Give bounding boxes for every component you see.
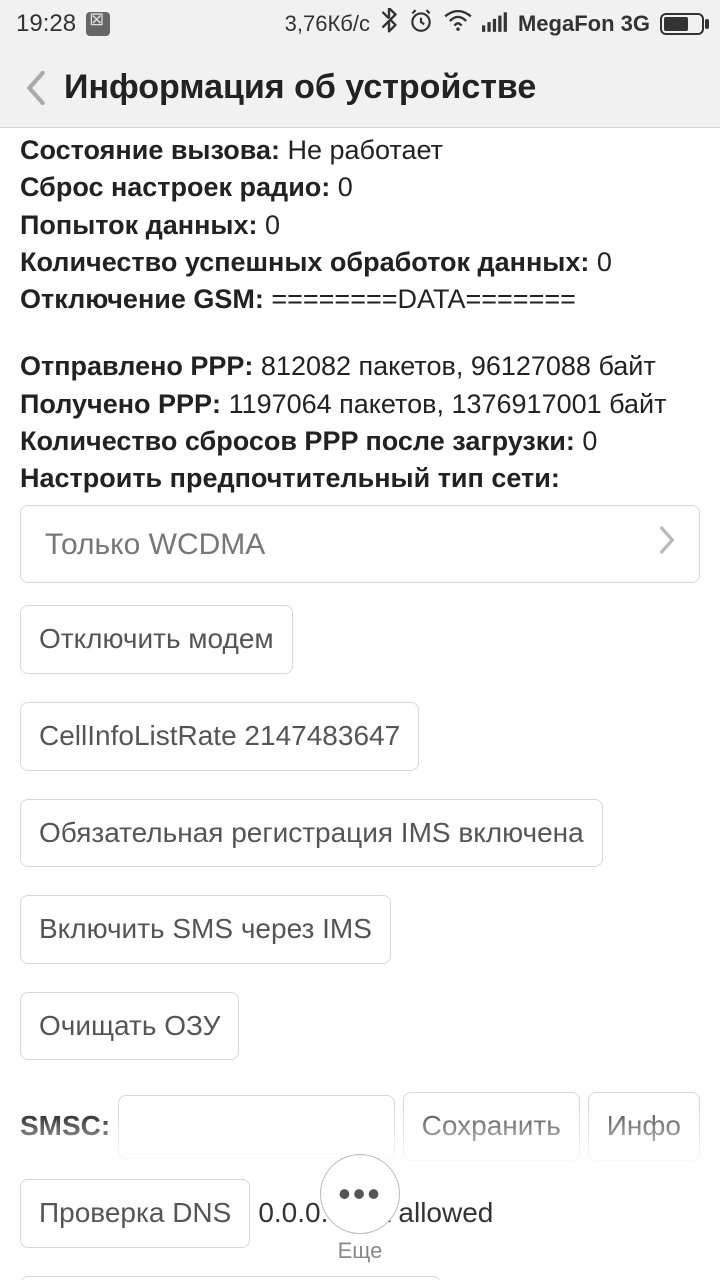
app-indicator-icon xyxy=(86,12,110,36)
data-attempts-row: Попыток данных: 0 xyxy=(20,207,700,244)
smsc-row: SMSC: Сохранить Инфо xyxy=(20,1092,700,1161)
status-left: 19:28 xyxy=(16,10,110,38)
data-success-row: Количество успешных обработок данных: 0 xyxy=(20,244,700,281)
more-label: Еще xyxy=(338,1238,383,1264)
ppp-sent-row: Отправлено PPP: 812082 пакетов, 96127088… xyxy=(20,348,700,385)
gsm-disconnect-row: Отключение GSM: ========DATA======= xyxy=(20,281,700,318)
status-time: 19:28 xyxy=(16,10,76,38)
ppp-recv-row: Получено PPP: 1197064 пакетов, 137691700… xyxy=(20,386,700,423)
gsm-disconnect-label: Отключение GSM: xyxy=(20,284,264,314)
more-button[interactable]: ••• xyxy=(320,1154,400,1234)
more-dots-icon: ••• xyxy=(338,1176,382,1212)
info-button[interactable]: Инфо xyxy=(588,1092,700,1161)
data-success-value: 0 xyxy=(589,247,612,277)
radio-reset-row: Сброс настроек радио: 0 xyxy=(20,169,700,206)
header: Информация об устройстве xyxy=(0,48,720,128)
content: Состояние вызова: Не работает Сброс наст… xyxy=(0,128,720,1280)
ppp-recv-value: 1197064 пакетов, 1376917001 байт xyxy=(221,389,666,419)
radio-reset-label: Сброс настроек радио: xyxy=(20,172,330,202)
ims-reg-button[interactable]: Обязательная регистрация IMS включена xyxy=(20,799,603,868)
signal-icon xyxy=(482,10,508,38)
alarm-icon xyxy=(408,8,434,40)
status-bar: 19:28 3,76Кб/с MegaFon 3G xyxy=(0,0,720,48)
data-attempts-value: 0 xyxy=(257,210,280,240)
save-button[interactable]: Сохранить xyxy=(403,1092,580,1161)
ppp-recv-label: Получено PPP: xyxy=(20,389,221,419)
chevron-left-icon xyxy=(26,71,46,105)
cellinfo-button[interactable]: CellInfoListRate 2147483647 xyxy=(20,702,419,771)
oem-info-button[interactable]: Информация/настройки OEM xyxy=(20,1276,441,1280)
page-title: Информация об устройстве xyxy=(64,68,536,107)
ppp-sent-value: 812082 пакетов, 96127088 байт xyxy=(253,351,655,381)
back-button[interactable] xyxy=(16,68,56,108)
sms-ims-button[interactable]: Включить SMS через IMS xyxy=(20,895,391,964)
network-type-label: Настроить предпочтительный тип сети: xyxy=(20,463,560,493)
network-type-select[interactable]: Только WCDMA xyxy=(20,505,700,583)
network-type-row: Настроить предпочтительный тип сети: xyxy=(20,460,700,497)
call-state-label: Состояние вызова: xyxy=(20,135,280,165)
disable-modem-button[interactable]: Отключить модем xyxy=(20,605,293,674)
gsm-disconnect-value: ========DATA======= xyxy=(264,284,576,314)
more-area: ••• Еще xyxy=(0,1154,720,1264)
battery-icon xyxy=(660,13,704,35)
ppp-resets-value: 0 xyxy=(575,426,598,456)
carrier-label: MegaFon 3G xyxy=(518,11,650,37)
data-attempts-label: Попыток данных: xyxy=(20,210,257,240)
network-type-value: Только WCDMA xyxy=(45,524,265,565)
data-success-label: Количество успешных обработок данных: xyxy=(20,247,589,277)
ppp-sent-label: Отправлено PPP: xyxy=(20,351,253,381)
wifi-icon xyxy=(444,10,472,38)
call-state-row: Состояние вызова: Не работает xyxy=(20,132,700,169)
clear-ram-button[interactable]: Очищать ОЗУ xyxy=(20,992,239,1061)
ppp-resets-row: Количество сбросов PPP после загрузки: 0 xyxy=(20,423,700,460)
bluetooth-icon xyxy=(380,8,398,40)
status-right: 3,76Кб/с MegaFon 3G xyxy=(285,8,704,40)
data-rate: 3,76Кб/с xyxy=(285,11,370,37)
smsc-input[interactable] xyxy=(118,1095,394,1159)
radio-reset-value: 0 xyxy=(330,172,353,202)
smsc-label: SMSC: xyxy=(20,1107,110,1146)
call-state-value: Не работает xyxy=(280,135,443,165)
chevron-right-icon xyxy=(659,524,675,565)
ppp-resets-label: Количество сбросов PPP после загрузки: xyxy=(20,426,575,456)
